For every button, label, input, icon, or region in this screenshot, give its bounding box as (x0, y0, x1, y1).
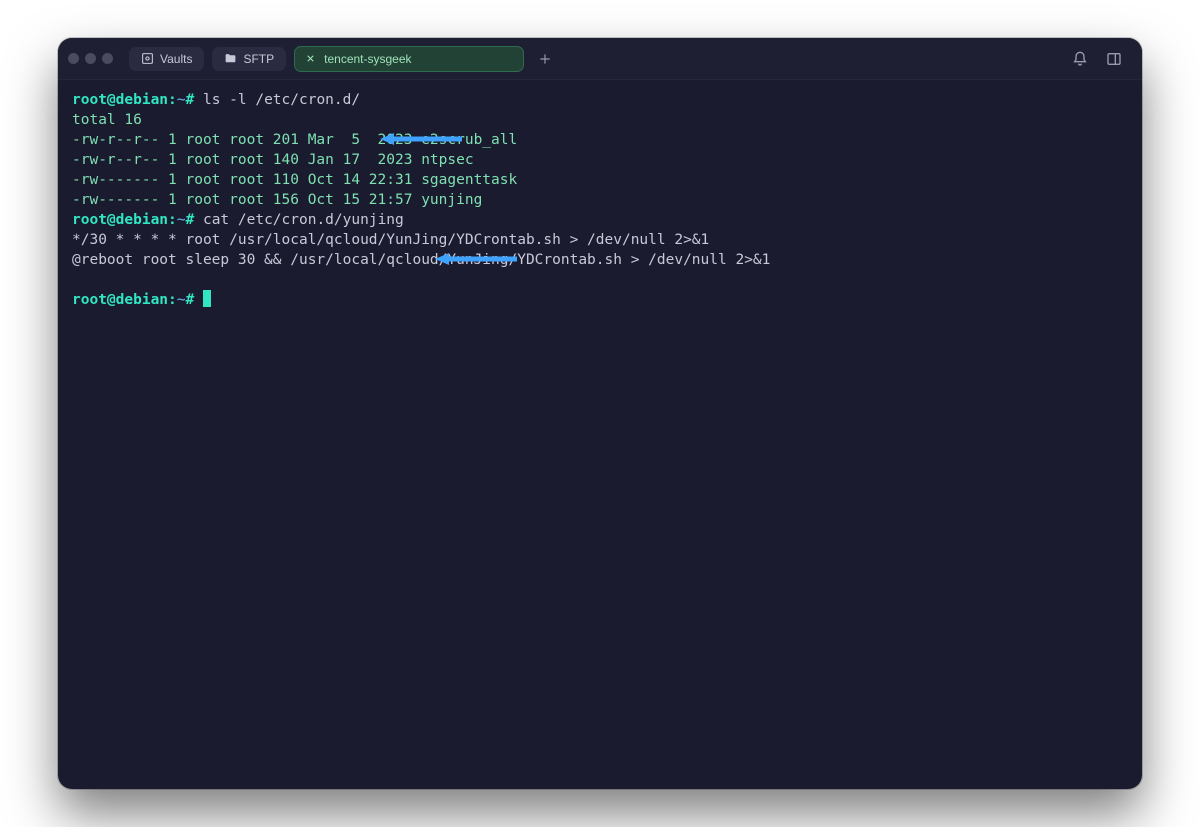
vaults-label: Vaults (160, 52, 192, 66)
zoom-dot[interactable] (102, 53, 113, 64)
tab-title: tencent-sysgeek (324, 52, 411, 66)
cat-line: @reboot root sleep 30 && /usr/local/qclo… (72, 252, 770, 268)
prompt-symbol: # (186, 292, 195, 308)
ls-line: -rw------- 1 root root 156 Oct 15 21:57 … (72, 192, 482, 208)
prompt-colon: : (168, 292, 177, 308)
command-2: cat /etc/cron.d/yunjing (194, 212, 404, 228)
titlebar: Vaults SFTP tencent-sysgeek (58, 38, 1142, 80)
folder-icon (224, 52, 237, 65)
annotation-arrow-2 (435, 213, 517, 223)
close-dot[interactable] (68, 53, 79, 64)
command-1: ls -l /etc/cron.d/ (194, 92, 360, 108)
terminal-tab-active[interactable]: tencent-sysgeek (294, 46, 524, 72)
new-tab-button[interactable] (532, 46, 558, 72)
prompt-colon: : (168, 212, 177, 228)
prompt-userhost: root@debian (72, 212, 168, 228)
minimize-dot[interactable] (85, 53, 96, 64)
prompt-userhost: root@debian (72, 292, 168, 308)
sftp-button[interactable]: SFTP (212, 47, 286, 71)
terminal-body[interactable]: root@debian:~# ls -l /etc/cron.d/ total … (58, 80, 1142, 789)
close-tab-icon[interactable] (305, 53, 316, 64)
annotation-arrow-1 (380, 93, 462, 103)
vaults-button[interactable]: Vaults (129, 47, 204, 71)
window-controls (68, 53, 113, 64)
plus-icon (538, 52, 552, 66)
prompt-colon: : (168, 92, 177, 108)
vault-icon (141, 52, 154, 65)
prompt-symbol: # (186, 212, 195, 228)
prompt-path: ~ (177, 212, 186, 228)
panel-icon[interactable] (1106, 51, 1122, 67)
prompt-path: ~ (177, 292, 186, 308)
cat-line: */30 * * * * root /usr/local/qcloud/YunJ… (72, 232, 709, 248)
prompt-symbol: # (186, 92, 195, 108)
prompt-path: ~ (177, 92, 186, 108)
sftp-label: SFTP (243, 52, 274, 66)
ls-total: total 16 (72, 112, 142, 128)
prompt-userhost: root@debian (72, 92, 168, 108)
bell-icon[interactable] (1072, 51, 1088, 67)
cursor (203, 290, 211, 307)
terminal-window: Vaults SFTP tencent-sysgeek (58, 38, 1142, 789)
